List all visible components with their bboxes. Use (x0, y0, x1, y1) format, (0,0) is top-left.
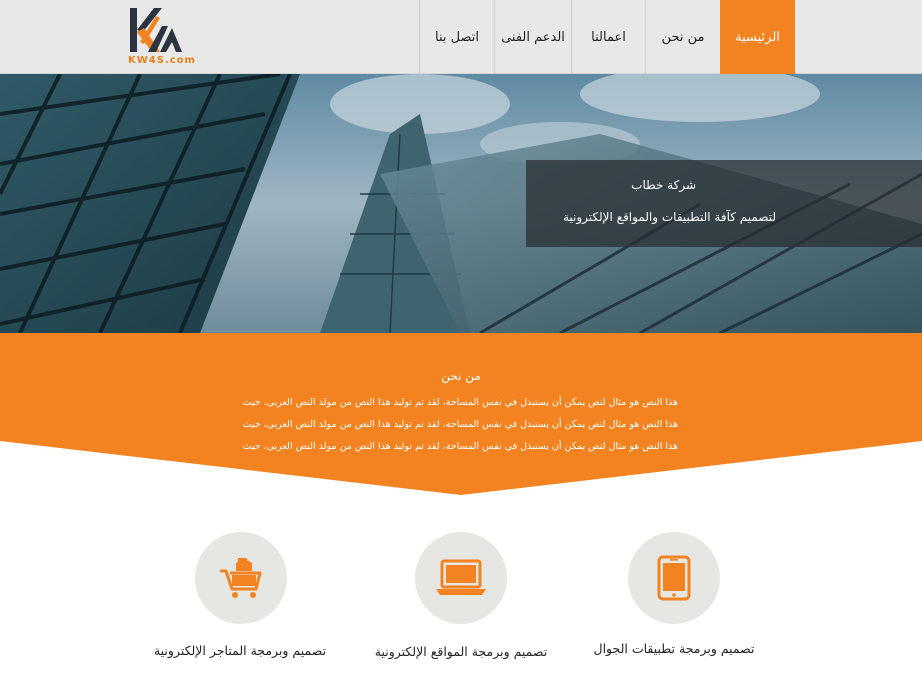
tablet-icon (657, 555, 691, 601)
nav-item-about[interactable]: من نحن (645, 0, 720, 74)
hero-title: شركة خطاب (631, 178, 696, 192)
about-text-line: هذا النص هو مثال لنص يمكن أن يستبدل في ن… (242, 441, 678, 452)
logo-text: KW4S.com (128, 55, 196, 66)
nav-item-support[interactable]: الدعم الفنى (494, 0, 571, 74)
about-orange-background (0, 333, 922, 495)
about-section: من نحن هذا النص هو مثال لنص يمكن أن يستب… (0, 333, 922, 498)
service-mobile-label: تصميم وبرمجة تطبيقات الجوال (593, 641, 755, 656)
cart-icon (220, 558, 262, 598)
service-mobile-circle[interactable] (628, 532, 720, 624)
laptop-icon (436, 559, 486, 595)
hero-subtitle: لتصميم كآفة التطبيقات والمواقع الإلكترون… (562, 210, 776, 224)
nav-item-contact[interactable]: اتصل بنا (419, 0, 494, 74)
main-nav: اتصل بنا الدعم الفنى اعمالنا من نحن الرئ… (419, 0, 922, 74)
service-store-label: تصميم وبرمجة المتاجر الإلكترونية (153, 643, 327, 658)
service-store-circle[interactable] (195, 532, 287, 624)
service-web-label: تصميم وبرمجة المواقع الإلكترونية (374, 644, 548, 659)
site-header: KW4S.com اتصل بنا الدعم الفنى اعمالنا من… (0, 0, 922, 74)
about-text-line: هذا النص هو مثال لنص يمكن أن يستبدل في ن… (242, 397, 678, 408)
about-title: من نحن (441, 369, 481, 383)
nav-item-home[interactable]: الرئيسية (720, 0, 795, 74)
service-web-circle[interactable] (415, 532, 507, 624)
hero-caption-box (526, 160, 922, 247)
logo-mark-icon (130, 8, 182, 52)
hero-banner: شركة خطاب لتصميم كآفة التطبيقات والمواقع… (0, 74, 922, 333)
nav-item-works[interactable]: اعمالنا (571, 0, 645, 74)
about-text-line: هذا النص هو مثال لنص يمكن أن يستبدل في ن… (242, 419, 678, 430)
